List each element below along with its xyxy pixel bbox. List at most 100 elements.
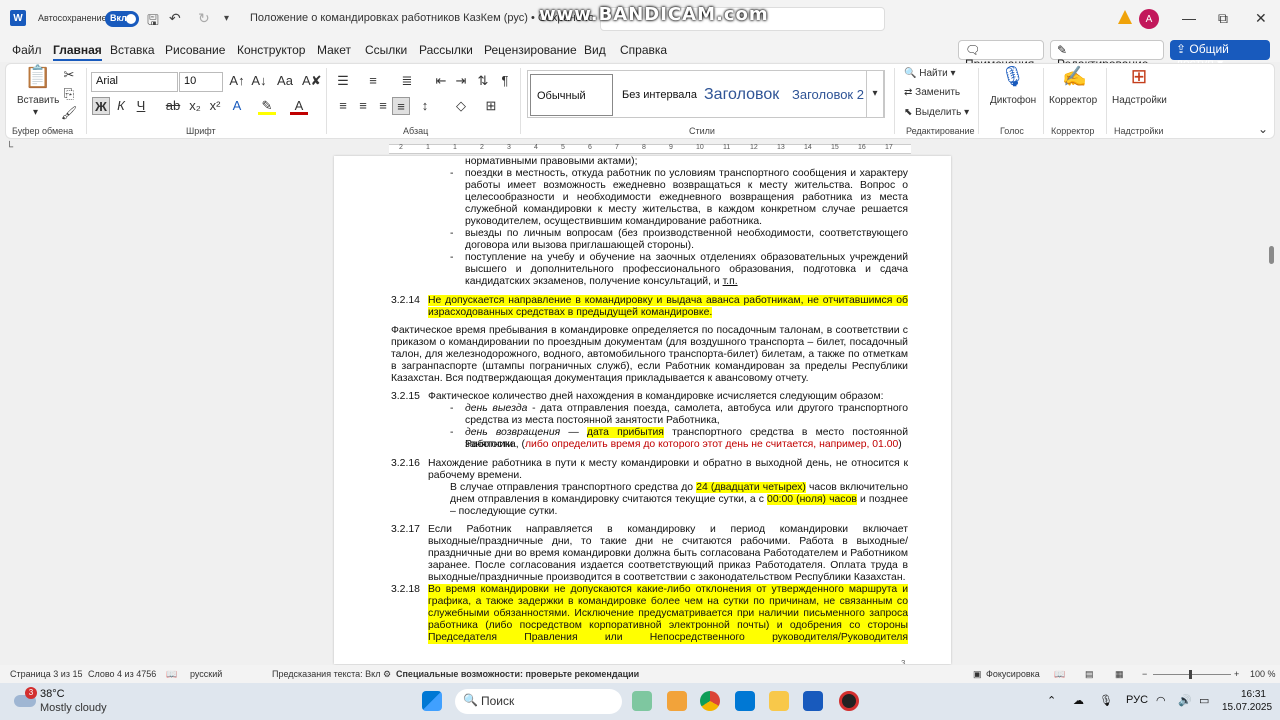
start-icon[interactable] — [422, 691, 442, 711]
show-hidden-icons[interactable]: ⌃ — [1047, 694, 1056, 707]
redo-icon[interactable]: ↻ — [198, 10, 210, 27]
horizontal-ruler[interactable]: 2 1 1 2 3 4 5 6 7 8 9 10 11 12 13 14 15 16 17 — [389, 144, 911, 154]
page-counter[interactable]: Страница 3 из 15 — [10, 669, 82, 679]
addins-button[interactable]: Надстройки — [1112, 95, 1167, 106]
read-mode-icon[interactable]: 📖 — [1054, 669, 1065, 680]
clock[interactable]: 16:31 15.07.2025 — [1222, 688, 1272, 714]
tab-insert[interactable]: Вставка — [110, 43, 155, 57]
change-case-icon[interactable]: Aa — [276, 72, 294, 90]
bold-icon[interactable]: Ж — [92, 97, 110, 115]
styles-more-icon[interactable]: ▾ — [866, 70, 884, 118]
collapse-ribbon-icon[interactable]: ⌄ — [1258, 122, 1268, 136]
decrease-indent-icon[interactable]: ⇤ — [432, 72, 450, 90]
style-heading-2[interactable]: Заголовок 2 — [786, 74, 870, 116]
zoom-out-icon[interactable]: − — [1142, 669, 1147, 679]
shading-icon[interactable]: ◇ — [452, 97, 470, 115]
zoom-in-icon[interactable]: + — [1234, 669, 1239, 679]
warning-icon[interactable] — [1118, 10, 1132, 24]
justify-icon[interactable]: ≡ — [392, 97, 410, 115]
style-normal[interactable]: Обычный — [530, 74, 613, 116]
microphone-icon[interactable]: 🎙 — [1000, 67, 1025, 92]
close-icon[interactable]: ✕ — [1255, 10, 1267, 27]
zoom-level[interactable]: 100 % — [1250, 669, 1276, 679]
accessibility-status[interactable]: Специальные возможности: проверьте реком… — [396, 669, 639, 679]
word-counter[interactable]: Слово 4 из 4756 — [88, 669, 156, 679]
outlook-icon[interactable] — [735, 691, 755, 711]
zoom-slider[interactable] — [1153, 674, 1231, 675]
word-taskbar-icon[interactable] — [803, 691, 823, 711]
tab-home[interactable]: Главная — [53, 43, 102, 61]
sort-icon[interactable]: ⇅ — [474, 72, 492, 90]
file-explorer-icon[interactable] — [769, 691, 789, 711]
subscript-icon[interactable]: x₂ — [186, 97, 204, 115]
addins-icon[interactable]: ⊞ — [1127, 67, 1151, 92]
tab-draw[interactable]: Рисование — [165, 43, 225, 57]
paste-dropdown-icon[interactable]: ▾ — [33, 107, 38, 118]
replace-button[interactable]: ⇄ Заменить — [904, 87, 960, 98]
font-size-box[interactable]: 10 — [179, 72, 223, 92]
focus-mode[interactable]: Фокусировка — [986, 669, 1040, 679]
font-color-icon[interactable]: A — [290, 97, 308, 115]
select-button[interactable]: ⬉ Выделить ▾ — [904, 107, 969, 118]
weather-temperature[interactable]: 38°C — [40, 688, 65, 700]
text-predictions[interactable]: Предсказания текста: Вкл — [272, 669, 380, 679]
highlight-icon[interactable]: ✎ — [258, 97, 276, 115]
taskbar-search[interactable]: 🔍 Поиск — [455, 689, 622, 714]
web-layout-icon[interactable]: ▦ — [1115, 669, 1124, 680]
borders-icon[interactable]: ⊞ — [482, 97, 500, 115]
numbering-icon[interactable]: ≡ — [364, 72, 382, 90]
increase-indent-icon[interactable]: ⇥ — [452, 72, 470, 90]
tab-view[interactable]: Вид — [584, 43, 606, 57]
strikethrough-icon[interactable]: ab — [164, 97, 182, 115]
editing-mode-button[interactable]: ✎ Редактирование ▾ — [1050, 40, 1164, 85]
format-painter-icon[interactable]: 🖌 — [60, 104, 78, 122]
comments-button[interactable]: 🗨 Примечания — [958, 40, 1044, 71]
undo-icon[interactable]: ↶ — [169, 10, 181, 27]
style-no-spacing[interactable]: Без интервала — [616, 74, 703, 116]
minimize-icon[interactable]: — — [1182, 10, 1196, 26]
line-spacing-icon[interactable]: ↕ — [416, 97, 434, 115]
tab-selector-icon[interactable]: └ — [6, 142, 13, 153]
bullets-icon[interactable]: ☰ — [334, 72, 352, 90]
style-heading-1[interactable]: Заголовок — [698, 74, 785, 116]
superscript-icon[interactable]: x² — [206, 97, 224, 115]
align-center-icon[interactable]: ≡ — [354, 97, 372, 115]
vertical-scrollbar[interactable] — [1269, 246, 1274, 264]
zoom-thumb[interactable] — [1189, 670, 1192, 679]
restore-icon[interactable]: ⧉ — [1218, 10, 1228, 27]
align-left-icon[interactable]: ≡ — [334, 97, 352, 115]
print-layout-icon[interactable]: ▤ — [1085, 669, 1094, 680]
paste-icon[interactable]: 📋 — [24, 66, 51, 94]
wifi-icon[interactable]: ◠ — [1156, 694, 1166, 707]
tab-help[interactable]: Справка — [620, 43, 667, 57]
cut-icon[interactable]: ✂ — [60, 66, 78, 84]
file-app-icon[interactable] — [667, 691, 687, 711]
tab-review[interactable]: Рецензирование — [484, 43, 577, 57]
customize-qat-icon[interactable]: ▾ — [224, 13, 229, 24]
tab-file[interactable]: Файл — [12, 43, 42, 57]
paste-button[interactable]: Вставить — [17, 95, 59, 106]
font-name-box[interactable]: Arial — [91, 72, 178, 92]
microphone-tray-icon[interactable]: 🎙 — [1099, 694, 1113, 707]
italic-icon[interactable]: К — [112, 97, 130, 115]
shrink-font-icon[interactable]: A↓ — [250, 72, 268, 90]
underline-icon[interactable]: Ч — [132, 97, 150, 115]
avatar[interactable]: A — [1139, 9, 1159, 29]
multilevel-list-icon[interactable]: ≣ — [398, 72, 416, 90]
clear-formatting-icon[interactable]: A✘ — [302, 72, 322, 90]
tab-references[interactable]: Ссылки — [365, 43, 407, 57]
network-status-icon[interactable]: ☁ — [1073, 694, 1084, 707]
grow-font-icon[interactable]: A↑ — [228, 72, 246, 90]
language-indicator[interactable]: русский — [190, 669, 222, 679]
chrome-icon[interactable] — [700, 691, 720, 711]
text-effects-icon[interactable]: A — [228, 97, 246, 115]
battery-icon[interactable]: ▭ — [1199, 694, 1209, 707]
align-right-icon[interactable]: ≡ — [374, 97, 392, 115]
document-page[interactable]: нормативными правовыми актами); - поездк… — [334, 156, 951, 664]
tab-design[interactable]: Конструктор — [237, 43, 305, 57]
find-button[interactable]: 🔍 Найти ▾ — [904, 68, 956, 79]
copy-icon[interactable]: ⎘ — [60, 85, 78, 103]
weather-description[interactable]: Mostly cloudy — [40, 702, 107, 714]
editor-icon[interactable]: ✍ — [1062, 67, 1087, 92]
show-marks-icon[interactable]: ¶ — [496, 72, 514, 90]
